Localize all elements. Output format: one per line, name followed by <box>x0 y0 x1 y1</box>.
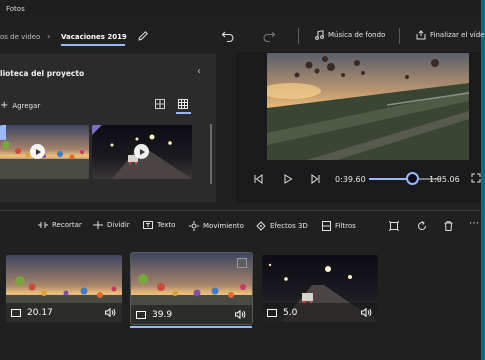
clip-select-checkbox[interactable] <box>237 258 247 268</box>
clip-info-bar <box>131 305 252 324</box>
finish-video-button[interactable]: Finalizar el vídeo <box>416 30 485 40</box>
window-title: Fotos <box>6 5 25 13</box>
section-divider <box>0 210 481 211</box>
clip-duration: 39.9 <box>152 310 173 320</box>
filters-icon <box>322 221 331 231</box>
add-media-label: Agregar <box>12 101 41 110</box>
breadcrumb-chevron-icon: › <box>47 32 51 41</box>
volume-icon[interactable] <box>105 308 116 317</box>
tool-label: Filtros <box>335 222 356 230</box>
preview-frame-balloons <box>267 53 469 160</box>
tool-dividir[interactable]: Dividir <box>93 221 130 229</box>
clip-duration: 20.17 <box>27 308 53 318</box>
background-music-button[interactable]: Música de fondo <box>315 30 385 40</box>
volume-icon[interactable] <box>235 310 246 319</box>
total-time: 1:05.06 <box>429 175 460 184</box>
tool-label: Recortar <box>52 221 82 229</box>
top-toolbar: os de video › Vacaciones 2019 Música de … <box>0 22 485 52</box>
tool-recortar[interactable]: Recortar <box>38 221 82 229</box>
export-icon <box>416 30 426 40</box>
play-icon[interactable] <box>134 144 149 159</box>
tool-texto[interactable]: Texto <box>143 221 175 229</box>
collapse-chevron-icon[interactable]: ‹ <box>197 66 201 77</box>
undo-icon[interactable] <box>221 30 235 42</box>
breadcrumb-underline <box>61 44 125 46</box>
rotate-icon[interactable] <box>417 221 427 231</box>
redo-icon[interactable] <box>262 30 276 42</box>
split-icon <box>93 221 103 229</box>
background-music-label: Música de fondo <box>328 31 386 39</box>
clip-duration: 5.0 <box>283 308 298 318</box>
previous-frame-icon[interactable] <box>253 174 263 184</box>
play-icon[interactable] <box>30 144 45 159</box>
selected-clip-indicator <box>130 326 252 328</box>
video-preview[interactable] <box>267 53 469 160</box>
breadcrumb-parent[interactable]: os de video <box>0 33 40 41</box>
library-item-balloons[interactable] <box>0 125 89 179</box>
finish-video-label: Finalizar el vídeo <box>430 31 485 39</box>
resize-icon[interactable] <box>389 221 399 231</box>
library-item-night-street[interactable] <box>92 125 192 179</box>
video-clip-icon <box>136 311 146 319</box>
delete-icon[interactable] <box>444 221 453 231</box>
tool-label: Texto <box>157 221 176 229</box>
active-view-indicator <box>176 112 191 114</box>
clip-card-selected[interactable]: 39.9 <box>130 252 253 325</box>
clip-card[interactable]: 5.0 <box>262 255 378 322</box>
tool-label: Movimiento <box>203 222 244 230</box>
toolbar-separator <box>399 28 400 44</box>
play-icon[interactable] <box>283 174 293 184</box>
effects-3d-icon <box>256 221 266 231</box>
breadcrumb-current: Vacaciones 2019 <box>61 33 127 41</box>
fullscreen-icon[interactable] <box>471 173 481 183</box>
video-clip-icon <box>267 309 277 317</box>
title-bar: Fotos <box>0 0 485 22</box>
tool-movimiento[interactable]: Movimiento <box>189 221 244 231</box>
edit-pencil-icon[interactable] <box>137 30 149 42</box>
small-thumbnails-icon[interactable] <box>178 99 188 109</box>
window-edge <box>481 0 485 360</box>
video-clip-icon <box>11 309 21 317</box>
large-thumbnails-icon[interactable] <box>155 99 165 109</box>
plus-icon: + <box>0 100 9 111</box>
tool-label: Dividir <box>107 221 130 229</box>
music-note-icon <box>315 30 324 40</box>
library-title: lioteca del proyecto <box>0 69 85 78</box>
trim-icon <box>38 222 48 228</box>
next-frame-icon[interactable] <box>311 174 321 184</box>
toolbar-separator <box>298 28 299 44</box>
motion-icon <box>189 221 199 231</box>
seek-slider-thumb[interactable] <box>405 172 419 185</box>
clip-card[interactable]: 20.17 <box>6 255 122 322</box>
text-icon <box>143 221 153 229</box>
more-options-icon[interactable]: ⋯ <box>469 218 479 229</box>
volume-icon[interactable] <box>361 308 372 317</box>
project-library-panel: lioteca del proyecto ‹ + Agregar <box>0 54 216 202</box>
current-time: 0:39.60 <box>335 175 366 184</box>
tool-filtros[interactable]: Filtros <box>322 221 356 231</box>
library-scrollbar[interactable] <box>210 124 212 184</box>
tool-label: Efectos 3D <box>270 222 308 230</box>
tool-efectos-3d[interactable]: Efectos 3D <box>256 221 308 231</box>
add-media-button[interactable]: + Agregar <box>0 100 40 111</box>
